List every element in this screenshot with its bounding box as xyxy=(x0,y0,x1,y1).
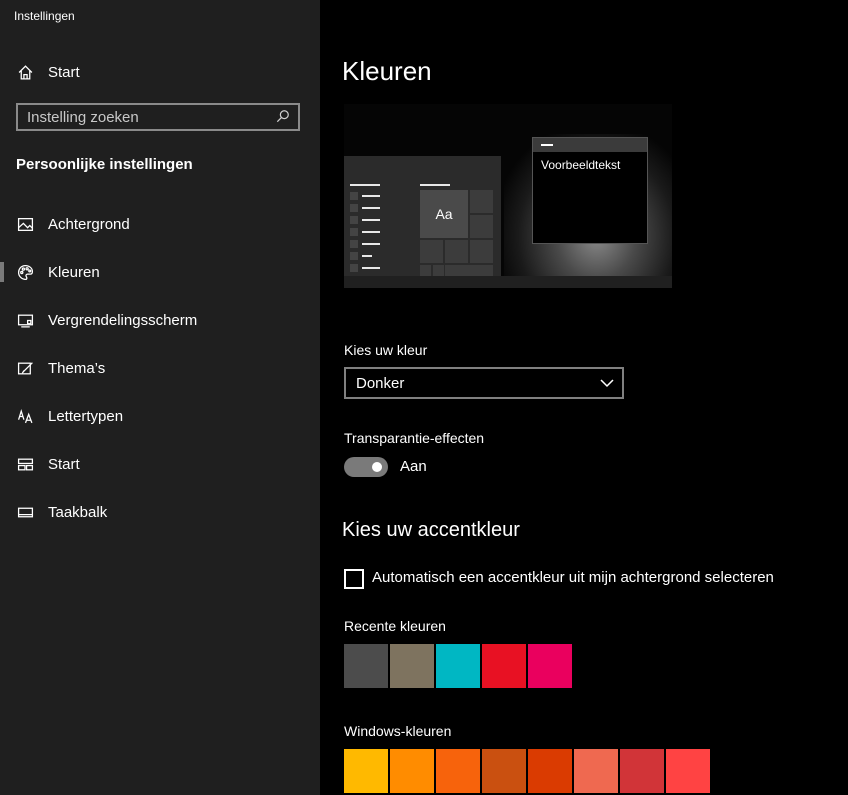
color-swatch[interactable] xyxy=(390,749,434,793)
sidebar-item-achtergrond[interactable]: Achtergrond xyxy=(0,204,320,244)
color-swatch[interactable] xyxy=(528,644,572,688)
lockscreen-icon xyxy=(16,311,34,329)
auto-accent-label[interactable]: Automatisch een accentkleur uit mijn ach… xyxy=(372,569,774,586)
sidebar-item-label: Kleuren xyxy=(48,263,100,281)
home-nav-item[interactable]: Start xyxy=(0,52,320,92)
home-label: Start xyxy=(48,63,80,81)
chevron-down-icon xyxy=(600,376,614,390)
sidebar-item-lettertypen[interactable]: Lettertypen xyxy=(0,396,320,436)
home-icon xyxy=(16,63,34,81)
main-content: Kleuren Aa Voorbeeldtekst Kies uw kleur … xyxy=(320,0,848,795)
color-swatch[interactable] xyxy=(528,749,572,793)
section-title: Persoonlijke instellingen xyxy=(16,156,193,173)
start-icon xyxy=(16,455,34,473)
sidebar-item-label: Taakbalk xyxy=(48,503,108,521)
color-swatch[interactable] xyxy=(574,749,618,793)
sidebar-item-start[interactable]: Start xyxy=(0,444,320,484)
taskbar-icon xyxy=(16,503,34,521)
transparency-label: Transparantie-effecten xyxy=(344,430,485,446)
color-swatch[interactable] xyxy=(436,644,480,688)
sidebar-item-label: Thema’s xyxy=(48,359,106,377)
transparency-toggle[interactable] xyxy=(344,457,388,477)
transparency-state: Aan xyxy=(400,458,427,475)
search-box[interactable] xyxy=(16,103,300,131)
themes-icon xyxy=(16,359,34,377)
toggle-knob xyxy=(372,462,382,472)
search-icon[interactable] xyxy=(276,109,292,125)
color-swatch[interactable] xyxy=(482,749,526,793)
sidebar-item-label: Lettertypen xyxy=(48,407,124,425)
sidebar-item-label: Achtergrond xyxy=(48,215,130,233)
fonts-icon xyxy=(16,407,34,425)
preview-start-menu: Aa xyxy=(344,156,501,277)
sidebar-item-vergrendelingsscherm[interactable]: Vergrendelingsscherm xyxy=(0,300,320,340)
windows-colors xyxy=(344,749,712,793)
auto-accent-checkbox[interactable] xyxy=(344,569,364,589)
color-swatch[interactable] xyxy=(390,644,434,688)
windows-colors-label: Windows-kleuren xyxy=(344,723,452,739)
preview-taskbar xyxy=(344,276,672,288)
sidebar-item-label: Vergrendelingsscherm xyxy=(48,311,198,329)
search-input[interactable] xyxy=(18,107,276,127)
color-swatch[interactable] xyxy=(666,749,710,793)
recent-colors-label: Recente kleuren xyxy=(344,618,446,634)
color-swatch[interactable] xyxy=(436,749,480,793)
theme-preview: Aa Voorbeeldtekst xyxy=(344,104,672,288)
sidebar-item-taakbalk[interactable]: Taakbalk xyxy=(0,492,320,532)
preview-tile: Aa xyxy=(420,190,468,238)
color-swatch[interactable] xyxy=(482,644,526,688)
accent-title: Kies uw accentkleur xyxy=(342,519,520,541)
image-icon xyxy=(16,215,34,233)
choose-color-label: Kies uw kleur xyxy=(344,342,428,358)
color-mode-dropdown[interactable]: Donker xyxy=(344,367,624,399)
color-swatch[interactable] xyxy=(344,749,388,793)
preview-window-text: Voorbeeldtekst xyxy=(541,158,621,172)
color-swatch[interactable] xyxy=(620,749,664,793)
color-swatch[interactable] xyxy=(344,644,388,688)
page-title: Kleuren xyxy=(342,56,432,86)
sidebar-item-themas[interactable]: Thema’s xyxy=(0,348,320,388)
palette-icon xyxy=(16,263,34,281)
recent-colors xyxy=(344,644,574,688)
color-mode-value: Donker xyxy=(356,374,405,392)
app-title: Instellingen xyxy=(14,9,75,23)
sidebar-item-kleuren[interactable]: Kleuren xyxy=(0,252,320,292)
sidebar-item-label: Start xyxy=(48,455,80,473)
preview-window: Voorbeeldtekst xyxy=(532,137,648,244)
sidebar: Instellingen Start Persoonlijke instelli… xyxy=(0,0,320,795)
